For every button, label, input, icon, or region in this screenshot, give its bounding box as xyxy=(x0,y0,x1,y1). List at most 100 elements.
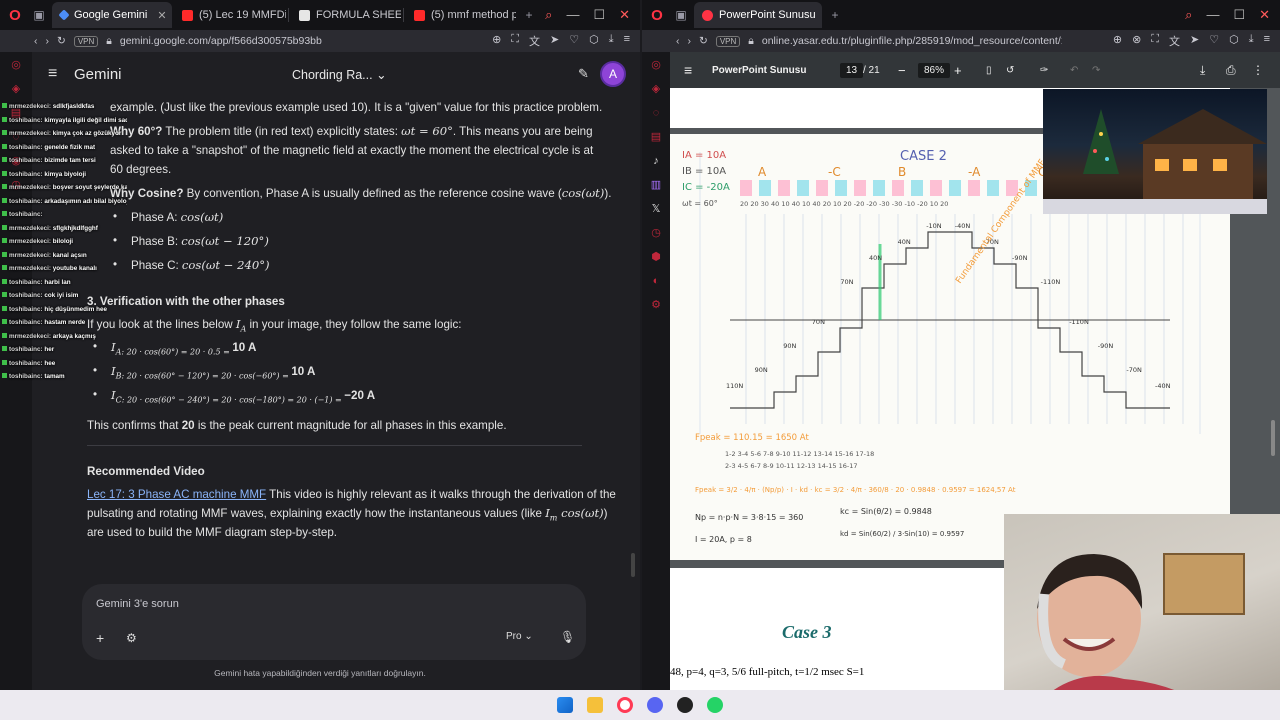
microphone-icon[interactable]: 🎙︎ xyxy=(560,630,575,644)
page-number-input[interactable]: 13 xyxy=(840,62,864,78)
close-window-icon[interactable]: ✕ xyxy=(619,7,630,23)
heart-icon[interactable]: ♡ xyxy=(1209,33,1219,49)
minimize-icon[interactable]: — xyxy=(566,7,579,23)
gaming-icon[interactable]: ◈ xyxy=(649,82,663,96)
pin-icon[interactable]: ⊕ xyxy=(492,33,501,49)
minimize-icon[interactable]: — xyxy=(1206,7,1219,23)
maximize-icon[interactable]: ☐ xyxy=(593,7,605,23)
zoom-level[interactable]: 86% xyxy=(918,62,951,78)
download-icon[interactable]: ⤓ xyxy=(1200,63,1205,78)
close-tab-icon[interactable]: ✕ xyxy=(157,9,166,22)
avatar[interactable]: A xyxy=(600,61,626,87)
tab-menu-icon[interactable]: ▣ xyxy=(670,4,692,26)
translate-icon[interactable]: 文 xyxy=(1169,33,1180,49)
chat-username: toshibainc: xyxy=(2,279,43,286)
rotate-icon[interactable]: ↺ xyxy=(1006,65,1014,76)
send-icon[interactable]: ➤ xyxy=(550,33,559,49)
tab-youtube-mmf[interactable]: (5) mmf method phase xyxy=(406,2,516,28)
tab-powerpoint[interactable]: PowerPoint Sunusu ✕ xyxy=(694,2,822,28)
reload-icon[interactable]: ↻ xyxy=(57,35,66,47)
chat-text: arkadaşımın adı bilal biyolojiside çok i… xyxy=(44,197,127,205)
scrollbar[interactable] xyxy=(631,553,635,577)
download-icon[interactable]: ⤓ xyxy=(1249,33,1254,49)
aria-icon[interactable]: ◎ xyxy=(9,58,23,72)
tab-separator xyxy=(288,8,289,22)
pin-icon[interactable]: ⊗ xyxy=(1132,33,1141,49)
tab-gemini[interactable]: Google Gemini ✕ xyxy=(52,2,172,28)
pdf-menu-icon[interactable]: ≡ xyxy=(684,62,692,78)
discord-icon[interactable] xyxy=(647,697,663,713)
fit-page-icon[interactable]: ▯ xyxy=(986,65,992,76)
x-icon[interactable]: 𝕏 xyxy=(649,202,663,216)
menu-icon[interactable]: ≡ xyxy=(624,33,630,49)
mail-icon[interactable]: ▤ xyxy=(649,130,663,144)
menu-icon[interactable]: ≡ xyxy=(1264,33,1270,49)
new-tab-icon[interactable]: + xyxy=(518,4,540,26)
download-icon[interactable]: ⤓ xyxy=(609,33,614,49)
close-window-icon[interactable]: ✕ xyxy=(1259,7,1270,23)
redo-icon[interactable]: ↷ xyxy=(1092,65,1100,76)
search-icon[interactable]: ⌕ xyxy=(1185,7,1192,23)
model-selector[interactable]: Pro ⌄ xyxy=(506,631,533,642)
forward-icon[interactable]: › xyxy=(688,35,692,47)
new-tab-icon[interactable]: + xyxy=(824,4,846,26)
whatsapp-icon[interactable] xyxy=(707,697,723,713)
opera-logo-icon[interactable]: O xyxy=(646,4,668,26)
music-icon[interactable]: ♪ xyxy=(649,154,663,168)
prompt-input-box[interactable]: Gemini 3'e sorun + ⚙︎ Pro ⌄ 🎙︎ xyxy=(82,584,586,660)
clock-icon[interactable]: ◷ xyxy=(649,226,663,240)
back-icon[interactable]: ‹ xyxy=(676,35,680,47)
opera-gx-icon[interactable] xyxy=(617,697,633,713)
search-icon[interactable]: ⌕ xyxy=(545,7,552,23)
new-chat-icon[interactable]: ✎ xyxy=(578,66,589,82)
undo-icon[interactable]: ↶ xyxy=(1070,65,1078,76)
tab-formula-sheet[interactable]: FORMULA SHEET-V6 xyxy=(291,2,401,28)
reload-icon[interactable]: ↻ xyxy=(699,35,708,47)
url-field[interactable]: gemini.google.com/app/f566d300575b93bb xyxy=(120,35,322,47)
zoom-out-icon[interactable]: − xyxy=(898,63,906,78)
messenger-icon[interactable]: ◌ xyxy=(649,106,663,120)
annotate-icon[interactable]: ✑ xyxy=(1040,65,1048,76)
extensions-icon[interactable]: ⬡ xyxy=(589,33,599,49)
chat-title-dropdown[interactable]: Chording Ra... ⌄ xyxy=(292,67,387,82)
heart-icon[interactable]: ♡ xyxy=(569,33,579,49)
forward-icon[interactable]: › xyxy=(46,35,50,47)
url-field[interactable]: online.yasar.edu.tr/pluginfile.php/28591… xyxy=(762,35,1062,47)
send-icon[interactable]: ➤ xyxy=(1190,33,1199,49)
bulb-icon[interactable]: ◐ xyxy=(649,274,663,288)
scrollbar[interactable] xyxy=(1271,420,1275,456)
back-icon[interactable]: ‹ xyxy=(34,35,38,47)
chat-username: toshibainc: xyxy=(2,292,43,299)
screenshot-icon[interactable]: ⛶ xyxy=(511,33,519,49)
more-icon[interactable]: ⋮ xyxy=(1252,63,1264,77)
tools-icon[interactable]: ⚙︎ xyxy=(126,631,137,645)
tab-menu-icon[interactable]: ▣ xyxy=(28,4,50,26)
opera-logo-icon[interactable]: O xyxy=(4,4,26,26)
steam-icon[interactable] xyxy=(677,697,693,713)
slot-highlight xyxy=(797,180,809,196)
app-title[interactable]: Gemini xyxy=(74,66,122,83)
gaming-icon[interactable]: ◈ xyxy=(9,82,23,96)
file-explorer-icon[interactable] xyxy=(587,697,603,713)
mmf-level-label: -90N xyxy=(1012,254,1028,262)
math: cos(ωt) xyxy=(557,506,604,520)
prompt-input[interactable]: Gemini 3'e sorun xyxy=(96,598,179,610)
cube-icon[interactable]: ⬢ xyxy=(649,250,663,264)
hamburger-menu-icon[interactable]: ≡ xyxy=(48,65,57,83)
print-icon[interactable]: ⎙ xyxy=(1226,63,1236,78)
add-icon[interactable]: + xyxy=(96,630,104,646)
maximize-icon[interactable]: ☐ xyxy=(1233,7,1245,23)
aria-icon[interactable]: ◎ xyxy=(649,58,663,72)
vpn-badge[interactable]: VPN xyxy=(73,35,99,47)
translate-icon[interactable]: 文 xyxy=(529,33,540,49)
vpn-badge[interactable]: VPN xyxy=(715,35,741,47)
zoom-in-icon[interactable]: + xyxy=(954,63,962,78)
extensions-icon[interactable]: ⬡ xyxy=(1229,33,1239,49)
screenshot-icon[interactable]: ⛶ xyxy=(1151,33,1159,49)
settings-icon[interactable]: ⚙︎ xyxy=(649,298,663,312)
twitch-icon[interactable]: ▥ xyxy=(649,178,663,192)
tab-youtube-lec19[interactable]: (5) Lec 19 MMFDistrib xyxy=(174,2,286,28)
video-link[interactable]: Lec 17: 3 Phase AC machine MMF xyxy=(87,488,266,501)
zoom-icon[interactable]: ⊕ xyxy=(1113,33,1122,49)
windows-start-icon[interactable] xyxy=(557,697,573,713)
